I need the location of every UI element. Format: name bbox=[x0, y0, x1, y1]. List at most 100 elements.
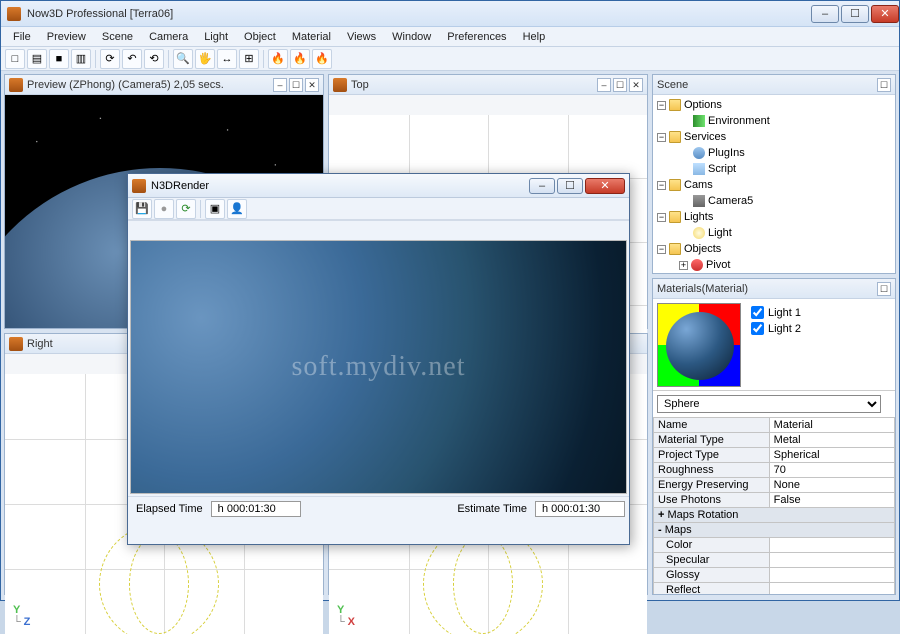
prop-value[interactable]: False bbox=[769, 493, 894, 508]
menu-camera[interactable]: Camera bbox=[141, 29, 196, 45]
tree-node[interactable]: Environment bbox=[708, 113, 770, 129]
toolbar-button[interactable]: ■ bbox=[49, 49, 69, 69]
panel-close-button[interactable]: ✕ bbox=[305, 78, 319, 92]
panel-opts-button[interactable]: ☐ bbox=[877, 78, 891, 92]
tree-node[interactable]: Camera5 bbox=[708, 193, 753, 209]
toolbar-button[interactable]: ⟳ bbox=[100, 49, 120, 69]
panel-min-button[interactable]: – bbox=[273, 78, 287, 92]
menu-help[interactable]: Help bbox=[515, 29, 554, 45]
close-button[interactable]: ✕ bbox=[871, 5, 899, 23]
toolbar-button[interactable]: 🔥 bbox=[268, 49, 288, 69]
tree-node[interactable]: Services bbox=[684, 129, 726, 145]
render-min-button[interactable]: – bbox=[529, 178, 555, 194]
prop-value[interactable] bbox=[769, 553, 894, 568]
prop-key: Specular bbox=[654, 553, 770, 568]
minimize-button[interactable]: – bbox=[811, 5, 839, 23]
prop-key: Project Type bbox=[654, 448, 770, 463]
toolbar-button[interactable]: 🔥 bbox=[290, 49, 310, 69]
maximize-button[interactable]: ☐ bbox=[841, 5, 869, 23]
prop-key: Roughness bbox=[654, 463, 770, 478]
preview-title: Preview (ZPhong) (Camera5) 2,05 secs. bbox=[27, 79, 224, 91]
scene-tree[interactable]: − OptionsEnvironment − ServicesPlugInsScrip… bbox=[653, 95, 895, 273]
toolbar-button[interactable]: ↶ bbox=[122, 49, 142, 69]
panel-min-button[interactable]: – bbox=[597, 78, 611, 92]
render-icon bbox=[132, 179, 146, 193]
render-progressbar bbox=[128, 220, 629, 238]
elapsed-value: h 000:01:30 bbox=[211, 501, 301, 517]
menu-material[interactable]: Material bbox=[284, 29, 339, 45]
toolbar-button[interactable]: ▤ bbox=[27, 49, 47, 69]
prop-value[interactable] bbox=[769, 568, 894, 583]
expand-icon[interactable]: − bbox=[657, 101, 666, 110]
tree-node[interactable]: Lights bbox=[684, 209, 713, 225]
prop-value[interactable]: Metal bbox=[769, 433, 894, 448]
menu-file[interactable]: File bbox=[5, 29, 39, 45]
menu-window[interactable]: Window bbox=[384, 29, 439, 45]
menu-object[interactable]: Object bbox=[236, 29, 284, 45]
toolbar-button[interactable]: □ bbox=[5, 49, 25, 69]
tree-node[interactable]: Options bbox=[684, 97, 722, 113]
prop-section[interactable]: - Maps bbox=[654, 523, 895, 538]
prop-section[interactable]: + Maps Rotation bbox=[654, 508, 895, 523]
toolbar-button[interactable]: 🖐 bbox=[195, 49, 215, 69]
menu-views[interactable]: Views bbox=[339, 29, 384, 45]
prop-value[interactable]: Spherical bbox=[769, 448, 894, 463]
light2-checkbox[interactable]: Light 2 bbox=[751, 322, 801, 335]
expand-icon[interactable]: − bbox=[657, 181, 666, 190]
scene-title: Scene bbox=[657, 79, 688, 91]
toolbar-button[interactable]: ▥ bbox=[71, 49, 91, 69]
render-dialog: N3DRender – ☐ ✕ 💾 ● ⟳ ▣ 👤 soft.mydiv.net bbox=[127, 173, 630, 545]
render-fit-button[interactable]: ▣ bbox=[205, 199, 225, 219]
tree-node[interactable]: Script bbox=[708, 161, 736, 177]
toolbar-button[interactable]: ↔ bbox=[217, 49, 237, 69]
render-save-button[interactable]: 💾 bbox=[132, 199, 152, 219]
toolbar-button[interactable]: 🔥 bbox=[312, 49, 332, 69]
window-title: Now3D Professional [Terra06] bbox=[27, 8, 173, 20]
tree-node[interactable]: Pivot bbox=[706, 257, 730, 273]
tree-node[interactable]: PlugIns bbox=[708, 145, 745, 161]
preview-shape-select[interactable]: Sphere bbox=[657, 395, 881, 413]
light1-checkbox[interactable]: Light 1 bbox=[751, 306, 801, 319]
expand-icon[interactable]: − bbox=[657, 245, 666, 254]
render-person-button[interactable]: 👤 bbox=[227, 199, 247, 219]
elapsed-label: Elapsed Time bbox=[132, 503, 207, 515]
panel-icon bbox=[9, 337, 23, 351]
top-title: Top bbox=[351, 79, 369, 91]
prop-value[interactable]: Material bbox=[769, 418, 894, 433]
property-grid[interactable]: NameMaterialMaterial TypeMetalProject Ty… bbox=[653, 417, 895, 594]
prop-key: Color bbox=[654, 538, 770, 553]
panel-opts-button[interactable]: ☐ bbox=[877, 282, 891, 296]
panel-icon bbox=[9, 78, 23, 92]
menu-light[interactable]: Light bbox=[196, 29, 236, 45]
panel-close-button[interactable]: ✕ bbox=[629, 78, 643, 92]
materials-panel: Materials(Material) ☐ Light 1 Light 2 Sp… bbox=[652, 278, 896, 595]
tree-node[interactable]: Light bbox=[708, 225, 732, 241]
toolbar-button[interactable]: 🔍 bbox=[173, 49, 193, 69]
panel-max-button[interactable]: ☐ bbox=[613, 78, 627, 92]
panel-max-button[interactable]: ☐ bbox=[289, 78, 303, 92]
menu-scene[interactable]: Scene bbox=[94, 29, 141, 45]
menu-preferences[interactable]: Preferences bbox=[439, 29, 514, 45]
expand-icon[interactable]: + bbox=[679, 261, 688, 270]
render-stop-button[interactable]: ● bbox=[154, 199, 174, 219]
prop-value[interactable] bbox=[769, 583, 894, 595]
expand-icon[interactable]: − bbox=[657, 133, 666, 142]
prop-value[interactable] bbox=[769, 538, 894, 553]
right-title: Right bbox=[27, 338, 53, 350]
render-max-button[interactable]: ☐ bbox=[557, 178, 583, 194]
prop-key: Reflect bbox=[654, 583, 770, 595]
render-close-button[interactable]: ✕ bbox=[585, 178, 625, 194]
tree-node[interactable]: Objects bbox=[684, 241, 721, 257]
prop-value[interactable]: 70 bbox=[769, 463, 894, 478]
expand-icon[interactable]: − bbox=[657, 213, 666, 222]
cam-icon bbox=[693, 195, 705, 207]
materials-title: Materials(Material) bbox=[657, 283, 748, 295]
tree-node[interactable]: Cams bbox=[684, 177, 713, 193]
plug-icon bbox=[693, 147, 705, 159]
render-refresh-button[interactable]: ⟳ bbox=[176, 199, 196, 219]
prop-value[interactable]: None bbox=[769, 478, 894, 493]
toolbar-button[interactable]: ⊞ bbox=[239, 49, 259, 69]
menu-preview[interactable]: Preview bbox=[39, 29, 94, 45]
toolbar-button[interactable]: ⟲ bbox=[144, 49, 164, 69]
folder-icon bbox=[669, 211, 681, 223]
